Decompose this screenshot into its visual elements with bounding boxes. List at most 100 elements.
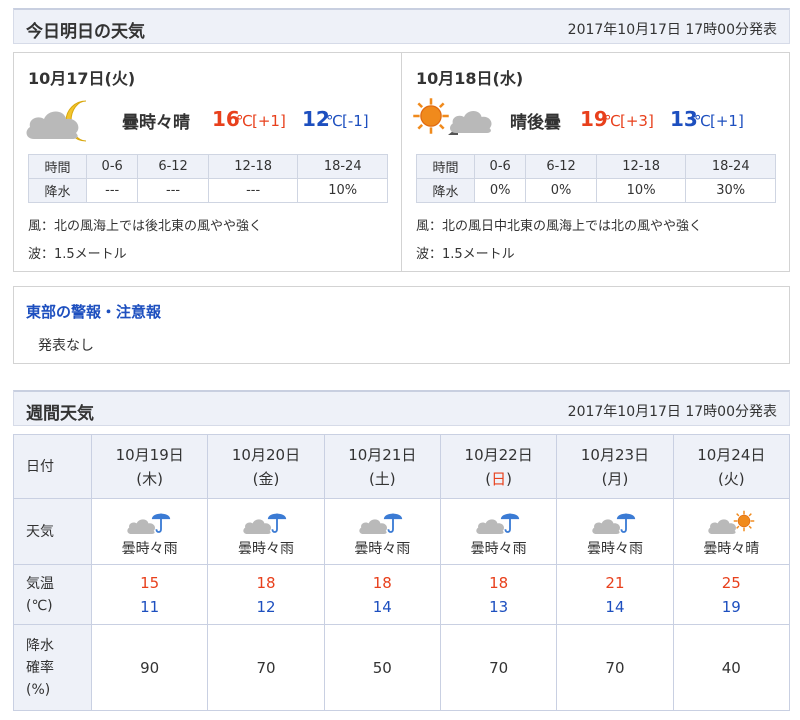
sun-then-cloud-icon [412, 97, 492, 135]
pop-label-3: (%) [26, 681, 51, 698]
pop-label-1: 降水 [26, 637, 54, 654]
wind-info: 風：北の風海上では後北東の風やや強く [28, 219, 263, 234]
row-label-weather: 天気 [13, 498, 92, 565]
precip-rain-label: 降水 [28, 178, 87, 203]
day-forecast-tomorrow: 10月18日(水) 晴後曇 19 ℃ [+3] 13 ℃ [+1] 時間 0-6… [402, 53, 789, 271]
weekly-temp-cell: 21 14 [556, 564, 674, 625]
cloud-moon-icon [26, 100, 87, 142]
weekly-low: 11 [140, 597, 160, 616]
low-temp-diff: [+1] [710, 112, 744, 130]
low-temp-unit: ℃ [326, 112, 343, 130]
precip-rain-label: 降水 [416, 178, 475, 203]
row-label-temp: 気温 (℃) [13, 564, 92, 625]
wave-info: 波：1.5メートル [416, 247, 515, 262]
weekly-pop-value: 70 [207, 624, 325, 711]
weekly-dow: (金) [252, 469, 280, 488]
cloud-umbrella-icon [126, 512, 171, 534]
weekly-day-cell: 10月22日 (日) [439, 434, 558, 499]
weekly-weather-text: 曇時々晴 [703, 540, 760, 557]
weekly-high: 18 [372, 573, 392, 592]
today-section-title: 今日明日の天気 [26, 22, 145, 42]
precip-time-label: 時間 [416, 154, 475, 179]
day-date: 10月17日(火) [28, 69, 136, 88]
weekly-low: 13 [489, 597, 509, 616]
weekly-weather-cell: 曇時々晴 [672, 498, 791, 565]
precip-table: 時間 0-6 6-12 12-18 18-24 降水 0% 0% 10% 30% [416, 154, 776, 203]
day-date: 10月18日(水) [416, 69, 524, 88]
weekly-pop-row: 降水 確率 (%) 90 70 50 70 70 40 [13, 624, 791, 711]
weekly-high: 21 [605, 573, 625, 592]
weekly-pop-value: 40 [672, 624, 791, 711]
row-label-pop: 降水確率 (%) [13, 624, 92, 711]
weekly-date: 10月22日 [464, 445, 533, 464]
weekly-high: 15 [140, 573, 160, 592]
weekly-date: 10月20日 [231, 445, 301, 464]
precip-table: 時間 0-6 6-12 12-18 18-24 降水 --- --- --- 1… [28, 154, 388, 203]
weekly-section-header: 週間天気 2017年10月17日 17時00分発表 [13, 390, 790, 426]
wave-info: 波：1.5メートル [28, 247, 127, 262]
weekly-section-title: 週間天気 [26, 404, 94, 424]
warnings-panel: 東部の警報・注意報 発表なし [13, 286, 790, 364]
temp-unit-label: (℃) [26, 597, 53, 614]
precip-period: 0-6 [85, 154, 139, 179]
weekly-low: 14 [372, 597, 392, 616]
weekly-weather-text: 曇時々雨 [586, 540, 643, 557]
wind-info: 風：北の風日中北東の風海上では北の風やや強く [416, 219, 703, 234]
precip-value: 10% [595, 178, 687, 203]
weekly-weather-text: 曇時々雨 [470, 540, 527, 557]
cloud-umbrella-icon [359, 512, 404, 534]
precip-period: 12-18 [207, 154, 299, 179]
weekly-dow-sunday: 日 [491, 469, 507, 488]
weekly-temp-cell: 18 12 [207, 564, 325, 625]
weekly-date: 10月19日 [115, 445, 184, 464]
high-temp-unit: ℃ [236, 112, 253, 130]
warnings-link[interactable]: 東部の警報・注意報 [26, 301, 161, 322]
low-temp-diff: [-1] [342, 112, 369, 130]
weekly-pop-value: 70 [439, 624, 558, 711]
weekly-weather-cell: 曇時々雨 [207, 498, 325, 565]
weekly-dow: (土) [368, 469, 396, 488]
precip-value: 10% [297, 178, 388, 203]
cloud-umbrella-icon [475, 512, 520, 534]
precip-value: 30% [685, 178, 776, 203]
weekly-dow: (月) [601, 469, 629, 488]
weekly-high: 18 [489, 573, 509, 592]
weekly-temp-cell: 18 13 [439, 564, 558, 625]
temp-label: 気温 [26, 575, 54, 592]
precip-period: 18-24 [685, 154, 776, 179]
weekly-high: 25 [721, 573, 741, 592]
pop-label-2: 確率 [26, 659, 54, 676]
row-label-date: 日付 [13, 434, 92, 499]
today-section-header: 今日明日の天気 2017年10月17日 17時00分発表 [13, 8, 790, 44]
weekly-weather-row: 天気 曇時々雨 曇時々雨 曇時々雨 曇時々雨 曇時々雨 曇時々晴 [13, 498, 791, 565]
precip-time-label: 時間 [28, 154, 87, 179]
weekly-pop-value: 70 [556, 624, 674, 711]
cloud-umbrella-icon [592, 512, 637, 534]
today-issued-time: 2017年10月17日 17時00分発表 [567, 22, 777, 38]
precip-period: 6-12 [525, 154, 597, 179]
weekly-pop-value: 50 [323, 624, 441, 711]
weekly-low: 12 [256, 597, 276, 616]
weekly-weather-text: 曇時々雨 [121, 540, 178, 557]
precip-period: 12-18 [595, 154, 687, 179]
weekly-dow: (火) [717, 469, 745, 488]
weekly-dow: (木) [136, 469, 164, 488]
cloud-umbrella-icon [243, 512, 288, 534]
weekly-weather-text: 曇時々雨 [237, 540, 294, 557]
weekly-temp-cell: 15 11 [90, 564, 209, 625]
weekly-temp-cell: 25 19 [672, 564, 791, 625]
cloud-sun-icon [708, 509, 756, 534]
weekly-temp-cell: 18 14 [323, 564, 441, 625]
precip-period: 0-6 [473, 154, 527, 179]
high-temp-diff: [+3] [620, 112, 654, 130]
day-forecast-today: 10月17日(火) 曇時々晴 16 ℃ [+1] 12 ℃ [-1] 時間 0-… [14, 53, 402, 271]
weather-text: 曇時々晴 [122, 113, 190, 133]
weekly-high: 18 [256, 573, 276, 592]
weekly-date-row: 日付 10月19日 (木) 10月20日 (金) 10月21日 (土) 10月22日(… [13, 434, 791, 499]
weekly-forecast-table: 日付 10月19日 (木) 10月20日 (金) 10月21日 (土) 10月22日(… [13, 434, 791, 711]
weekly-day-cell: 10月20日 (金) [207, 434, 325, 499]
warnings-status: 発表なし [38, 338, 94, 354]
weekly-dow-close: ) [506, 469, 513, 488]
weekly-weather-cell: 曇時々雨 [323, 498, 441, 565]
precip-value: 0% [473, 178, 527, 203]
